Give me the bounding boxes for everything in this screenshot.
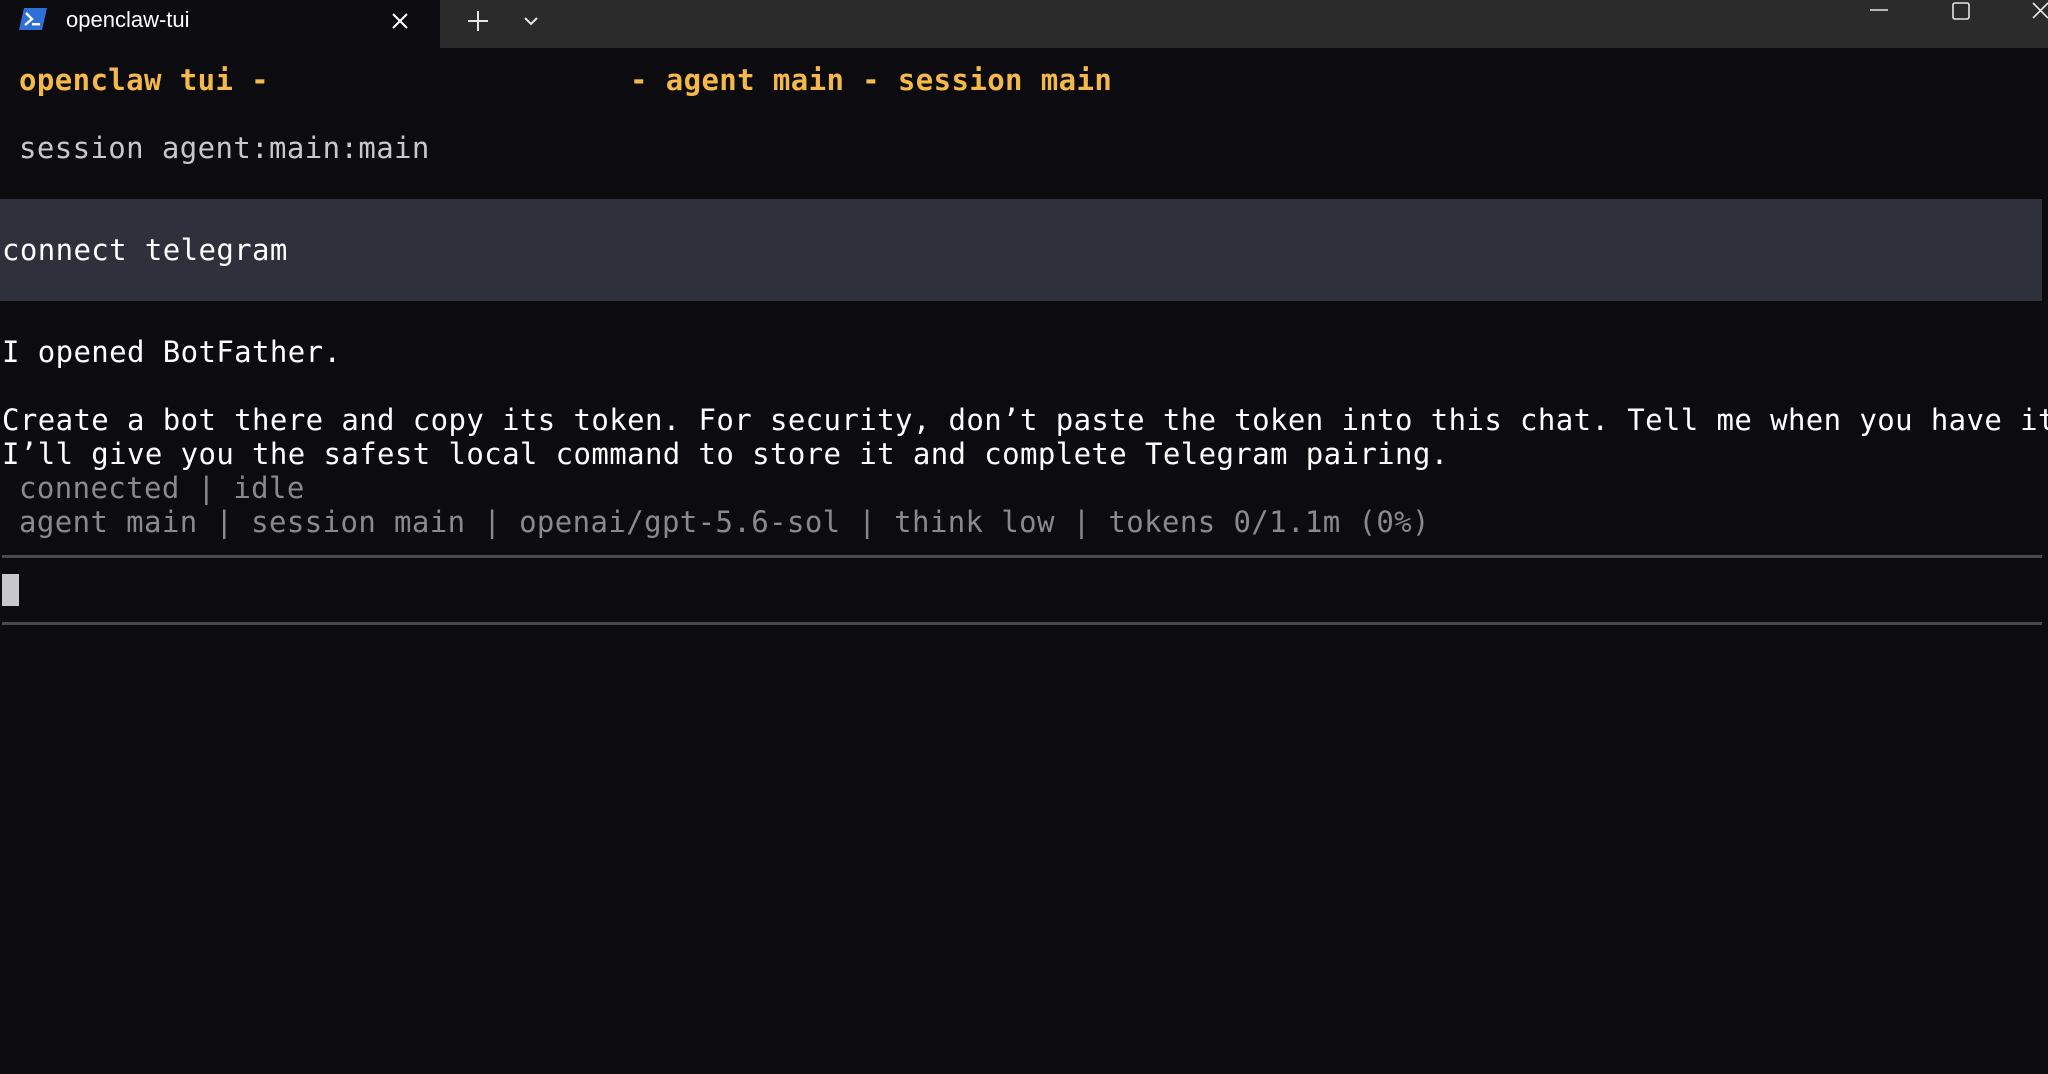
user-message-block [0,199,2042,301]
assistant-reply-line: I’ll give you the safest local command t… [2,437,1449,471]
connection-status: connected | idle [19,471,305,505]
chevron-down-icon[interactable] [516,6,546,36]
title-bar: openclaw-tui [0,0,2048,48]
assistant-reply-line: Create a bot there and copy its token. F… [2,403,2048,437]
close-icon[interactable] [388,9,412,33]
close-icon[interactable] [2028,0,2048,24]
input-bottom-divider [2,622,2042,625]
maximize-icon[interactable] [1948,0,1976,24]
input-cursor[interactable] [2,574,19,606]
session-label: session agent:main:main [19,131,430,165]
session-info-status: agent main | session main | openai/gpt-5… [19,505,1430,539]
assistant-reply-line: I opened BotFather. [2,335,342,369]
tui-header-agent-session: - agent main - session main [630,63,1113,97]
tab-openclaw-tui[interactable]: openclaw-tui [0,0,440,48]
powershell-icon [19,8,47,30]
tab-title: openclaw-tui [66,7,190,32]
tui-header-title: openclaw tui - [19,63,270,97]
minimize-icon[interactable] [1862,0,1896,24]
plus-icon[interactable] [462,5,494,37]
input-top-divider [2,555,2042,558]
user-message: connect telegram [2,233,288,267]
